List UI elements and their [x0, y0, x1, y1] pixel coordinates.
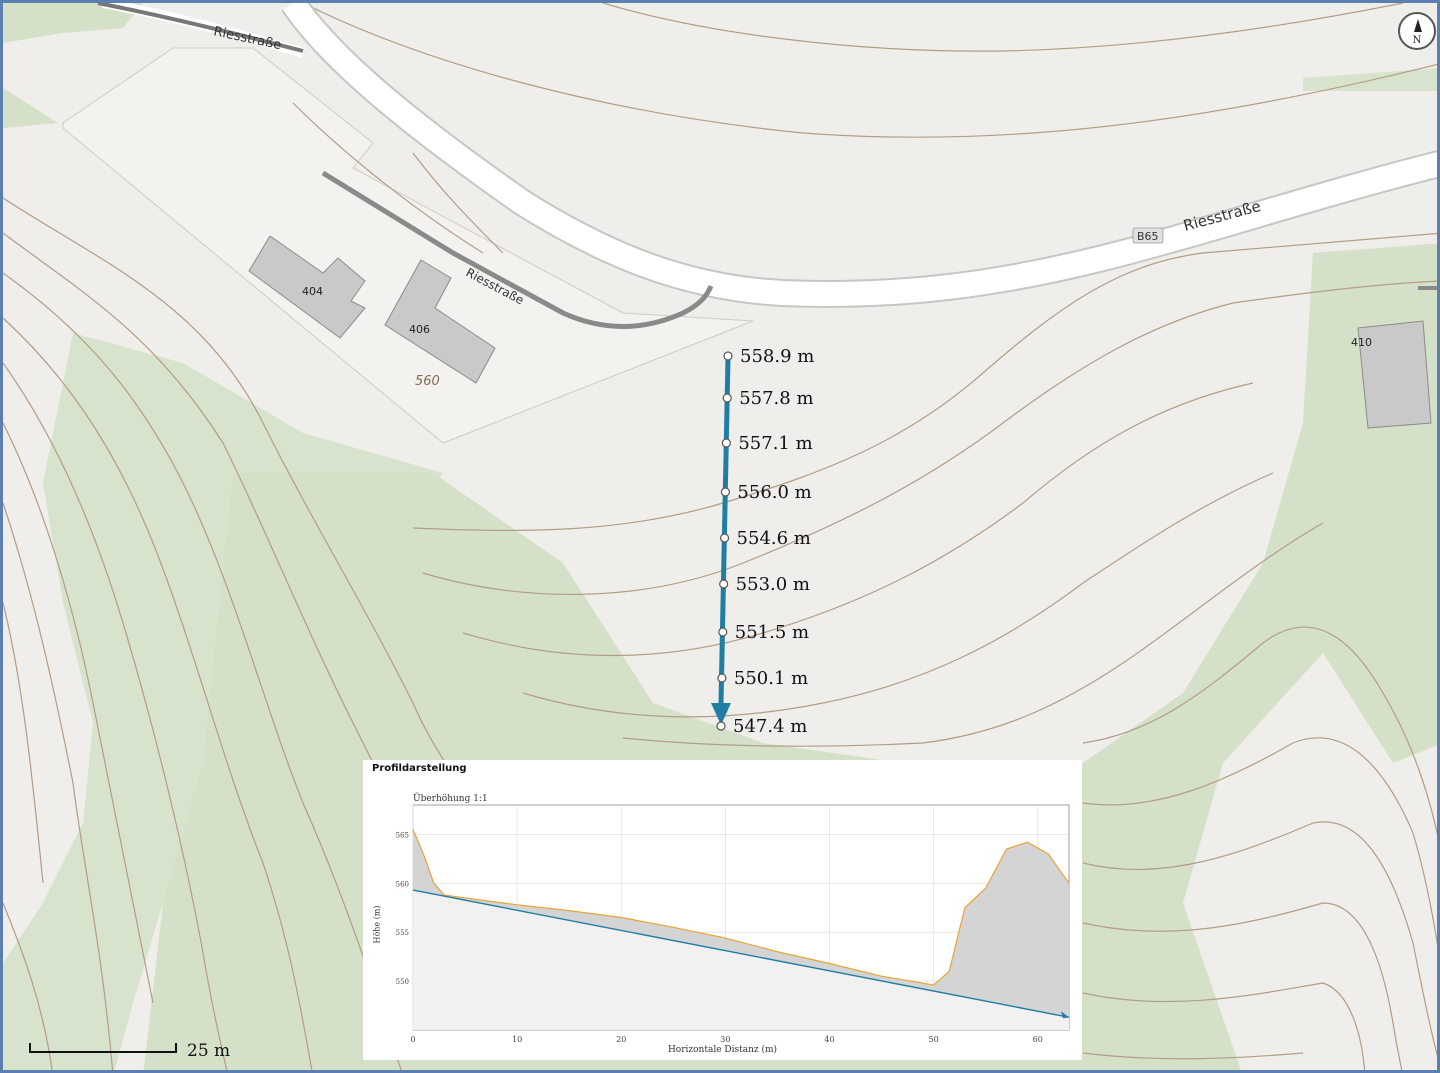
north-arrow-icon [1414, 19, 1422, 32]
elevation-label: 557.1 m [738, 433, 812, 454]
x-tick-label: 40 [824, 1035, 834, 1044]
elevation-label: 551.5 m [735, 622, 809, 643]
x-tick-label: 30 [720, 1035, 730, 1044]
map-frame[interactable]: Riesstraße Riesstraße Riesstraße B65 404… [0, 0, 1440, 1073]
y-tick-label: 555 [396, 929, 409, 937]
elevation-label: 554.6 m [737, 528, 811, 549]
elevation-point[interactable] [716, 721, 726, 731]
scale-bar-label: 25 m [187, 1041, 231, 1061]
north-arrow[interactable]: N [1398, 12, 1436, 50]
elevation-label: 547.4 m [733, 716, 807, 737]
elevation-points: 558.9 m 557.8 m 557.1 m 556.0 m 554.6 m 553.0… [716, 346, 814, 737]
elevation-point[interactable] [719, 533, 730, 543]
building-label-406: 406 [409, 323, 430, 336]
road-badge-label: B65 [1137, 230, 1159, 243]
elevation-label: 550.1 m [734, 668, 808, 689]
elevation-point[interactable] [718, 627, 728, 637]
x-tick-label: 60 [1033, 1035, 1043, 1044]
x-tick-label: 20 [616, 1035, 626, 1044]
elevation-point[interactable] [723, 351, 733, 361]
elevation-label: 558.9 m [740, 346, 814, 367]
building-label-404: 404 [302, 285, 323, 298]
x-tick-label: 10 [512, 1035, 522, 1044]
profile-panel[interactable]: Profildarstellung Überhöhung 1:1 Höhe (m… [363, 760, 1082, 1060]
north-label: N [1412, 35, 1422, 46]
y-tick-label: 560 [396, 880, 409, 888]
y-tick-label: 550 [396, 978, 409, 986]
x-tick-label: 50 [929, 1035, 939, 1044]
building-label-410: 410 [1351, 336, 1372, 349]
profile-route[interactable] [711, 357, 731, 725]
elevation-point[interactable] [721, 438, 731, 448]
scale-bar [29, 1043, 177, 1053]
route-line [718, 357, 731, 704]
elevation-point[interactable] [722, 393, 732, 403]
contour-label: 560 [415, 374, 440, 389]
elevation-label: 553.0 m [736, 574, 810, 595]
y-tick-label: 565 [396, 831, 409, 839]
elevation-label: 557.8 m [739, 388, 813, 409]
elevation-label: 556.0 m [737, 482, 811, 503]
profile-chart[interactable]: 0 10 20 30 40 50 60 550 555 560 565 [363, 760, 1082, 1060]
elevation-point[interactable] [720, 487, 731, 497]
elevation-point[interactable] [717, 673, 727, 683]
x-tick-label: 0 [410, 1035, 415, 1044]
elevation-point[interactable] [719, 579, 729, 589]
